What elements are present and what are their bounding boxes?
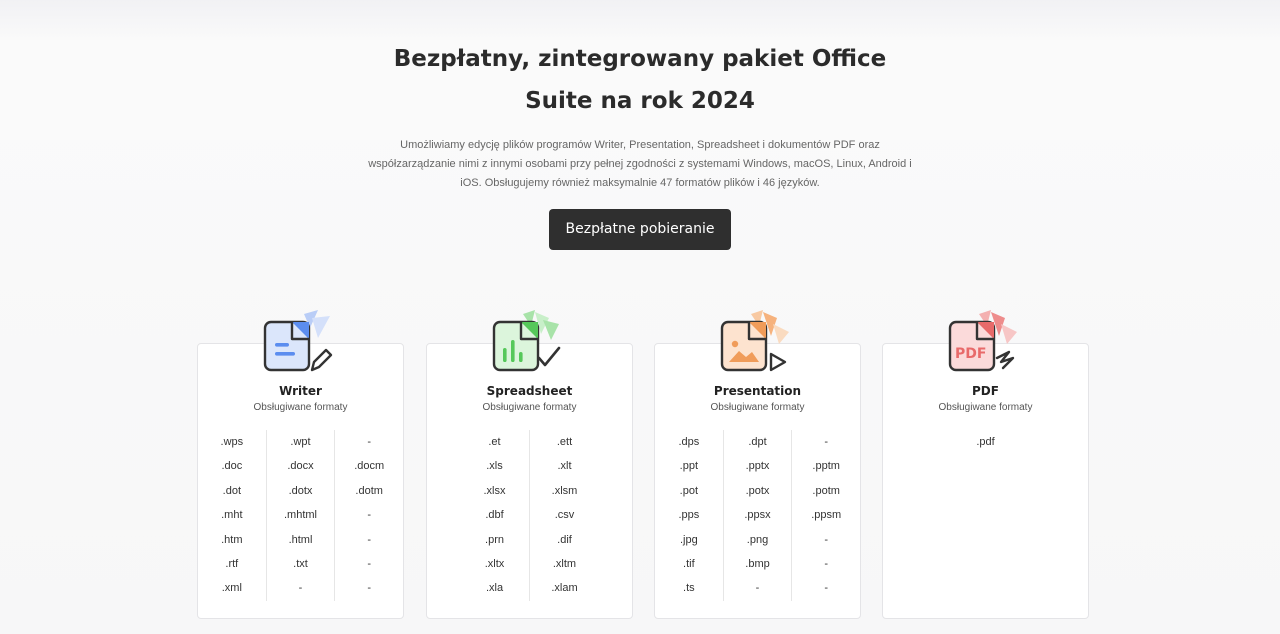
- card-title: Writer: [279, 384, 322, 398]
- format-cell: .doc: [221, 460, 243, 473]
- format-grid: .wps .doc .dot .mht .htm .rtf .xml .wpt …: [198, 430, 403, 601]
- format-cell: .xla: [485, 582, 504, 595]
- format-grid: .pdf: [883, 430, 1088, 454]
- card-writer[interactable]: Writer Obsługiwane formaty .wps .doc .do…: [197, 310, 404, 619]
- format-column: .wps .doc .dot .mht .htm .rtf .xml: [198, 430, 266, 601]
- format-cell: .docx: [287, 460, 314, 473]
- format-cell: .pps: [678, 509, 700, 522]
- format-column: .pdf: [951, 430, 1020, 454]
- format-cell: .xlsx: [483, 484, 506, 497]
- pdf-icon-label: PDF: [955, 346, 986, 362]
- card-subtitle: Obsługiwane formaty: [938, 402, 1033, 413]
- format-cell: .dps: [678, 436, 700, 448]
- card-subtitle: Obsługiwane formaty: [482, 402, 577, 413]
- format-cell: .pptm: [812, 460, 840, 473]
- format-grid: .dps .ppt .pot .pps .jpg .tif .ts .dpt .…: [655, 430, 860, 601]
- format-cell: .ppsx: [744, 509, 771, 522]
- hero-section: Bezpłatny, zintegrowany pakiet Office Su…: [0, 38, 1280, 250]
- format-cell: .xml: [221, 582, 242, 595]
- spreadsheet-chart-check-icon: [491, 310, 563, 374]
- format-cell: .pptx: [745, 460, 770, 473]
- format-cell: .xlsm: [551, 484, 578, 497]
- format-cell: .jpg: [679, 533, 698, 546]
- presentation-image-play-icon: [719, 310, 791, 374]
- format-cell: .wps: [220, 436, 244, 448]
- format-column: .et .xls .xlsx .dbf .prn .xltx .xla: [460, 430, 529, 601]
- card-spreadsheet[interactable]: Spreadsheet Obsługiwane formaty .et .xls…: [426, 310, 633, 619]
- card-presentation[interactable]: Presentation Obsługiwane formaty .dps .p…: [654, 310, 861, 619]
- format-cell: -: [755, 582, 760, 595]
- format-cell: .ett: [556, 436, 573, 448]
- format-cell: -: [824, 533, 829, 546]
- format-cell: .potx: [745, 484, 770, 497]
- writer-document-pen-icon: [262, 310, 334, 374]
- format-cell: -: [824, 436, 829, 448]
- format-cell: .rtf: [225, 557, 239, 570]
- format-cell: .potm: [812, 484, 840, 497]
- format-cell: .dif: [557, 533, 572, 546]
- format-cell: -: [367, 557, 372, 570]
- format-cell: .dot: [222, 484, 242, 497]
- format-cell: -: [367, 436, 372, 448]
- format-cell: .htm: [221, 533, 243, 546]
- format-cell: .xltx: [484, 557, 505, 570]
- format-column: .ett .xlt .xlsm .csv .dif .xltm .xlam: [529, 430, 599, 601]
- card-subtitle: Obsługiwane formaty: [253, 402, 348, 413]
- format-cell: -: [824, 582, 829, 595]
- format-cell: .dbf: [485, 509, 504, 522]
- card-subtitle: Obsługiwane formaty: [710, 402, 805, 413]
- page: Bezpłatny, zintegrowany pakiet Office Su…: [0, 0, 1280, 634]
- format-column: .dpt .pptx .potx .ppsx .png .bmp -: [722, 430, 792, 601]
- format-cell: .html: [288, 533, 313, 546]
- format-column: .dps .ppt .pot .pps .jpg .tif .ts: [655, 430, 723, 601]
- format-cell: .png: [746, 533, 769, 546]
- format-cell: -: [367, 533, 372, 546]
- free-download-button[interactable]: Bezpłatne pobieranie: [549, 209, 731, 250]
- format-column: - .docm .dotm - - - -: [334, 430, 403, 601]
- format-column: .wpt .docx .dotx .mhtml .html .txt -: [265, 430, 335, 601]
- format-cell: .xltm: [552, 557, 577, 570]
- format-cell: .txt: [293, 557, 308, 570]
- format-cell: .prn: [485, 533, 504, 546]
- format-cell: .pdf: [976, 436, 995, 448]
- format-cell: .tif: [683, 557, 695, 570]
- card-title: Spreadsheet: [486, 384, 573, 398]
- format-cell: .mhtml: [284, 509, 317, 522]
- hero-title: Bezpłatny, zintegrowany pakiet Office Su…: [393, 46, 887, 114]
- format-cell: .ppt: [679, 460, 699, 473]
- format-cell: .wpt: [290, 436, 311, 448]
- product-cards: Writer Obsługiwane formaty .wps .doc .do…: [197, 310, 1091, 621]
- format-cell: .xlam: [551, 582, 578, 595]
- format-cell: .dotx: [288, 484, 313, 497]
- format-cell: .mht: [221, 509, 243, 522]
- format-grid: .et .xls .xlsx .dbf .prn .xltx .xla .ett…: [427, 430, 632, 601]
- hero-description: Umożliwiamy edycję plików programów Writ…: [368, 139, 912, 189]
- format-cell: .dotm: [355, 484, 383, 497]
- format-cell: .dpt: [748, 436, 767, 448]
- format-cell: .ppsm: [811, 509, 842, 522]
- format-cell: .ts: [683, 582, 695, 595]
- format-cell: .docm: [354, 460, 385, 473]
- format-cell: .xls: [486, 460, 503, 473]
- format-cell: .et: [488, 436, 501, 448]
- card-title: PDF: [972, 384, 999, 398]
- card-pdf[interactable]: PDF PDF Obsługiwane formaty .pdf: [882, 310, 1089, 619]
- format-cell: .csv: [554, 509, 575, 522]
- format-cell: -: [298, 582, 303, 595]
- format-cell: -: [367, 509, 372, 522]
- format-column: - .pptm .potm .ppsm - - -: [791, 430, 860, 601]
- format-cell: -: [367, 582, 372, 595]
- format-cell: .pot: [679, 484, 699, 497]
- format-cell: -: [824, 557, 829, 570]
- pdf-document-sign-icon: PDF: [947, 310, 1019, 374]
- format-cell: .bmp: [745, 557, 770, 570]
- card-title: Presentation: [713, 384, 802, 398]
- format-cell: .xlt: [557, 460, 572, 473]
